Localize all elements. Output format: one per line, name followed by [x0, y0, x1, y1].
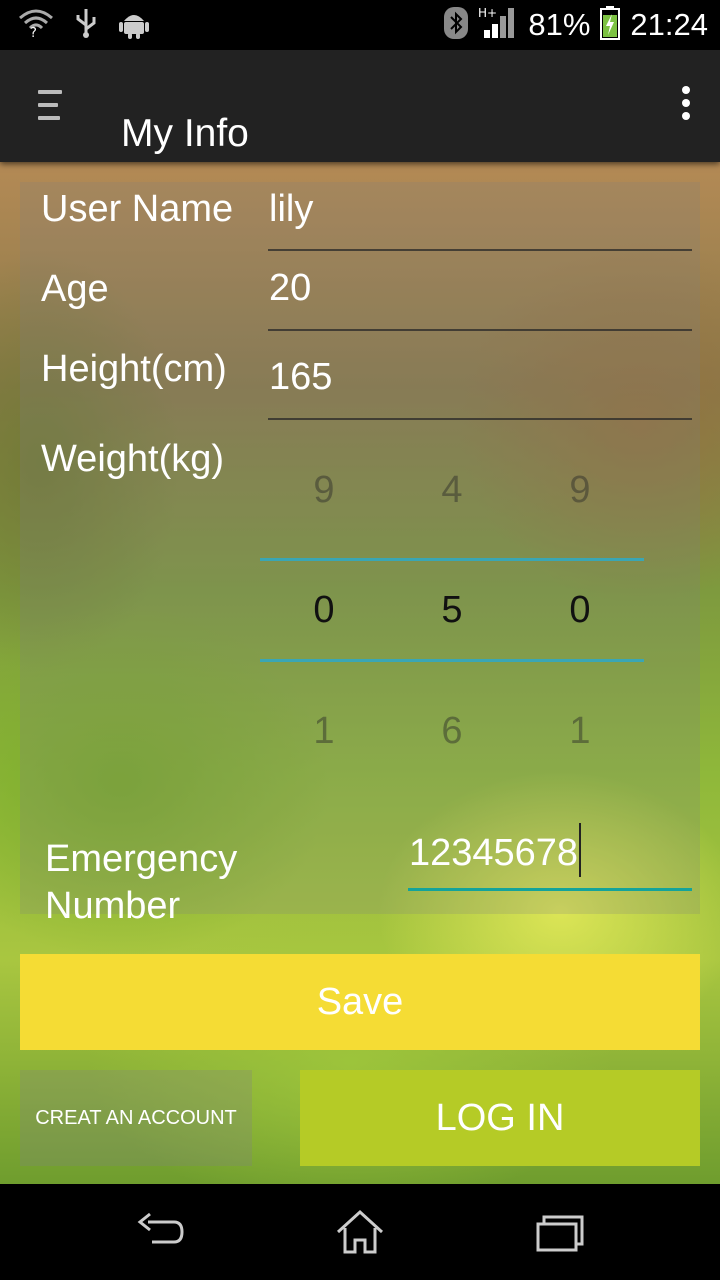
picker-above-digit[interactable]: 9: [294, 469, 354, 512]
height-underline: [268, 418, 692, 420]
picker-below-digit[interactable]: 1: [294, 710, 354, 753]
weight-label: Weight(kg): [41, 438, 225, 480]
emergency-label-line1: Emergency: [45, 838, 238, 880]
battery-charging-icon: [600, 5, 621, 45]
picker-below-digit[interactable]: 6: [422, 710, 482, 753]
text-cursor: [579, 823, 582, 877]
back-icon[interactable]: [134, 1208, 186, 1261]
navigation-bar: [0, 1184, 720, 1280]
home-icon[interactable]: [334, 1208, 386, 1261]
picker-divider-bottom: [260, 659, 644, 662]
form-panel: User Name lily Age 20 Height(cm) 165 Wei…: [20, 182, 700, 927]
height-label: Height(cm): [41, 348, 227, 390]
age-label: Age: [41, 268, 109, 310]
picker-selected-digit[interactable]: 0: [294, 589, 354, 632]
recents-icon[interactable]: [534, 1208, 586, 1261]
save-button[interactable]: Save: [20, 954, 700, 1050]
login-button[interactable]: LOG IN: [300, 1070, 700, 1166]
usb-icon: [74, 7, 98, 44]
svg-text:H+: H+: [478, 6, 497, 20]
create-account-button[interactable]: CREAT AN ACCOUNT: [20, 1070, 252, 1166]
emergency-label-line2: Number: [45, 885, 181, 927]
emergency-number-value: 12345678: [409, 832, 579, 874]
height-input[interactable]: 165: [269, 356, 332, 399]
picker-divider-top: [260, 558, 644, 561]
emergency-number-input[interactable]: 12345678: [409, 823, 582, 877]
age-underline: [268, 329, 692, 331]
clock: 21:24: [630, 7, 708, 42]
emergency-number-label: Emergency Number: [45, 836, 237, 930]
hamburger-icon[interactable]: [38, 90, 62, 124]
more-vert-icon[interactable]: [678, 86, 694, 126]
action-bar: My Info: [0, 50, 720, 162]
user-name-label: User Name: [41, 188, 234, 230]
bluetooth-icon: [444, 6, 469, 44]
emergency-underline: [408, 888, 692, 891]
age-input[interactable]: 20: [269, 267, 311, 310]
user-name-underline: [268, 249, 692, 251]
signal-icon: H+: [478, 6, 518, 45]
status-bar: ? H+ 81% 21:24: [0, 0, 720, 50]
wifi-question-icon: ?: [18, 8, 54, 43]
picker-below-digit[interactable]: 1: [550, 710, 610, 753]
picker-selected-digit[interactable]: 5: [422, 589, 482, 632]
android-icon: [118, 7, 150, 44]
svg-text:?: ?: [30, 26, 37, 38]
picker-above-digit[interactable]: 4: [422, 469, 482, 512]
page-title: My Info: [121, 112, 249, 155]
picker-above-digit[interactable]: 9: [550, 469, 610, 512]
content-area: User Name lily Age 20 Height(cm) 165 Wei…: [0, 162, 720, 1184]
picker-selected-digit[interactable]: 0: [550, 589, 610, 632]
battery-percent: 81%: [528, 7, 591, 42]
user-name-input[interactable]: lily: [269, 188, 313, 231]
